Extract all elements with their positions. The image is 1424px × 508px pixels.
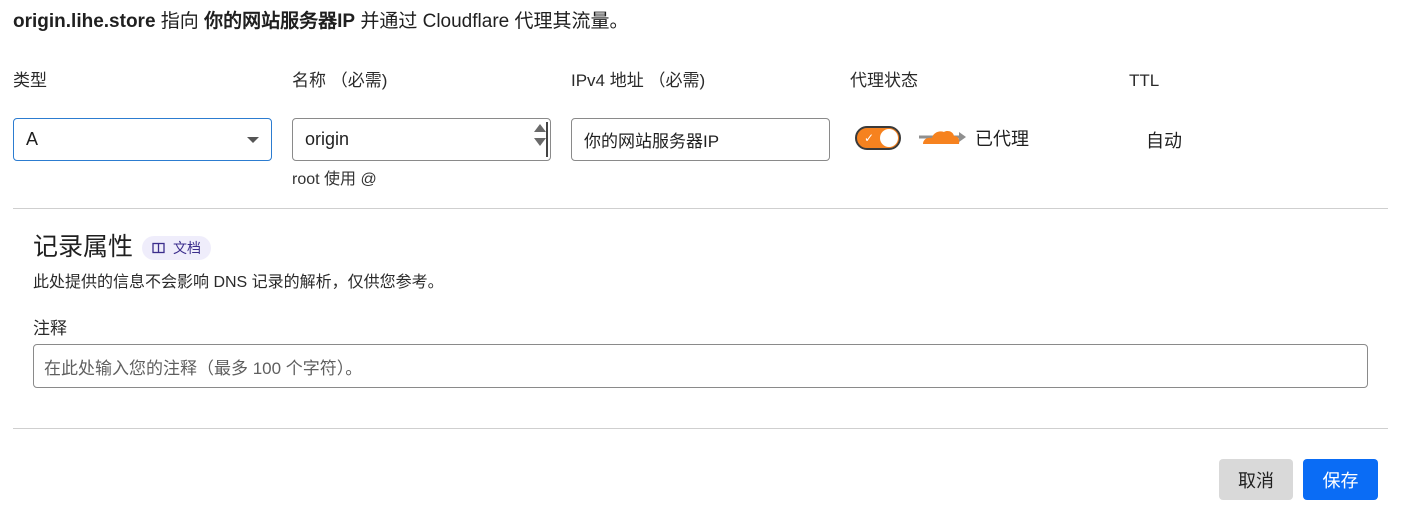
input-cursor-bar bbox=[546, 122, 548, 157]
section-divider bbox=[13, 208, 1388, 209]
summary-tail: 并通过 Cloudflare 代理其流量。 bbox=[355, 11, 629, 32]
record-hostname: origin.lihe.store bbox=[13, 11, 156, 32]
ipv4-label: IPv4 地址 （必需) bbox=[571, 71, 706, 90]
ttl-label: TTL bbox=[1129, 71, 1160, 90]
type-label: 类型 bbox=[13, 71, 47, 90]
ipv4-input[interactable]: 你的网站服务器IP bbox=[571, 118, 830, 161]
name-spinner[interactable] bbox=[532, 122, 548, 157]
name-input-value: origin bbox=[305, 129, 350, 149]
attributes-description: 此处提供的信息不会影响 DNS 记录的解析，仅供您参考。 bbox=[33, 274, 444, 291]
cloudflare-cloud-icon bbox=[919, 131, 966, 144]
name-input[interactable]: origin bbox=[292, 118, 551, 161]
record-target: 你的网站服务器IP bbox=[204, 11, 356, 32]
chevron-down-icon bbox=[247, 137, 259, 143]
ttl-value: 自动 bbox=[1146, 131, 1182, 151]
comment-placeholder: 在此处输入您的注释（最多 100 个字符）。 bbox=[44, 358, 363, 378]
footer-divider bbox=[13, 428, 1388, 429]
type-select-value: A bbox=[26, 129, 39, 149]
record-attributes-title: 记录属性 bbox=[33, 233, 134, 261]
type-select[interactable]: A bbox=[13, 118, 272, 161]
ipv4-input-value: 你的网站服务器IP bbox=[584, 132, 720, 151]
save-button[interactable]: 保存 bbox=[1303, 459, 1378, 500]
record-summary: origin.lihe.store 指向 你的网站服务器IP 并通过 Cloud… bbox=[13, 10, 629, 34]
comment-input[interactable]: 在此处输入您的注释（最多 100 个字符）。 bbox=[33, 344, 1368, 388]
name-hint: root 使用 @ bbox=[292, 171, 377, 188]
summary-points-to: 指向 bbox=[155, 11, 205, 32]
name-label: 名称 （必需) bbox=[292, 71, 388, 90]
cancel-button[interactable]: 取消 bbox=[1219, 459, 1293, 500]
spin-up-icon[interactable] bbox=[534, 124, 546, 132]
proxy-status-label: 代理状态 bbox=[850, 71, 918, 90]
check-icon: ✓ bbox=[864, 131, 875, 145]
comment-label: 注释 bbox=[33, 319, 67, 338]
spin-down-icon[interactable] bbox=[534, 138, 546, 146]
proxy-toggle[interactable]: ✓ bbox=[855, 126, 901, 150]
proxy-status-text: 已代理 bbox=[975, 129, 1029, 149]
book-icon bbox=[152, 242, 165, 254]
toggle-knob bbox=[880, 129, 898, 147]
docs-link[interactable]: 文档 bbox=[142, 236, 211, 260]
docs-link-label: 文档 bbox=[173, 240, 201, 256]
